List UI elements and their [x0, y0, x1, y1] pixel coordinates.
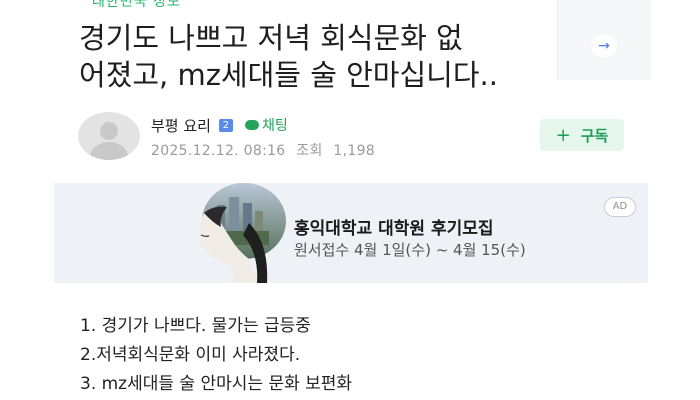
- post-body: 1. 경기가 나쁘다. 물가는 급등중 2.저녁회식문화 이미 사라졌다. 3.…: [80, 312, 352, 399]
- follow-button[interactable]: + 구독: [540, 119, 624, 151]
- author-row: 부평 요리 2 채팅: [151, 115, 288, 135]
- body-line: 2.저녁회식문화 이미 사라졌다.: [80, 345, 301, 365]
- chat-label: 채팅: [261, 118, 288, 134]
- avatar-head: [100, 122, 118, 140]
- post-title-line: 어졌고, mz세대들 술 안마십니다..: [79, 58, 498, 92]
- post-title-line: 경기도 나쁘고 저녁 회식문화 없: [79, 21, 463, 55]
- chat-button[interactable]: 채팅: [244, 115, 288, 135]
- views-label: 조회: [296, 143, 323, 159]
- body-line: 1. 경기가 나쁘다. 물가는 급등중: [80, 316, 311, 336]
- chat-bubble-icon: [244, 120, 259, 130]
- breadcrumb[interactable]: 대한민국 정보: [92, 0, 181, 11]
- ad-title: 홍익대학교 대학원 후기모집: [294, 219, 494, 239]
- level-badge: 2: [218, 118, 233, 132]
- avatar-body: [90, 142, 128, 160]
- arrow-right-icon[interactable]: →: [591, 35, 617, 57]
- body-line: 3. mz세대들 술 안마시는 문화 보편화: [80, 374, 353, 394]
- plus-icon: +: [555, 124, 571, 146]
- ad-woman-cityscape-image: [199, 183, 286, 283]
- ad-subtitle: 원서접수 4월 1일(수) ~ 4월 15(수): [294, 241, 526, 259]
- ad-tag[interactable]: AD: [604, 197, 636, 217]
- side-panel: →: [557, 0, 651, 80]
- post-date: 2025.12.12. 08:16: [151, 143, 286, 159]
- post-meta: 2025.12.12. 08:16 조회 1,198: [151, 140, 381, 160]
- post-title: 경기도 나쁘고 저녁 회식문화 없 어졌고, mz세대들 술 안마십니다..: [79, 20, 579, 94]
- author-name[interactable]: 부평 요리: [151, 115, 211, 136]
- ad-banner[interactable]: 홍익대학교 대학원 후기모집 원서접수 4월 1일(수) ~ 4월 15(수) …: [54, 183, 648, 283]
- follow-label: 구독: [580, 126, 609, 145]
- views-count: 1,198: [333, 143, 376, 159]
- avatar[interactable]: [78, 112, 140, 160]
